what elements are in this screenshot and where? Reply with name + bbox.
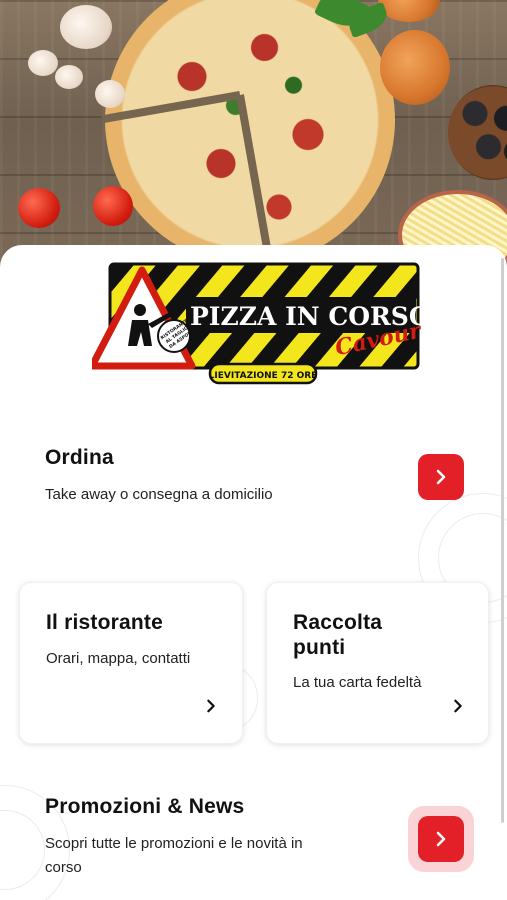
logo-tagline-text: LIEVITAZIONE 72 ORE	[209, 371, 318, 381]
promozioni-subtitle-line1: Scopri tutte le promozioni e le novità i…	[45, 835, 303, 852]
hero-pizza-image	[0, 0, 507, 275]
raccolta-title-line2: punti	[293, 636, 346, 659]
raccolta-subtitle: La tua carta fedeltà	[293, 674, 422, 691]
pizza-in-corso-logo: PIZZA IN CORSO Cavour RISTORANTE AL TAGL…	[92, 262, 422, 385]
chevron-right-icon	[436, 831, 446, 847]
ordina-title[interactable]: Ordina	[45, 446, 114, 470]
content-sheet: PIZZA IN CORSO Cavour RISTORANTE AL TAGL…	[0, 245, 507, 900]
ristorante-card[interactable]: Il ristorante Orari, mappa, contatti	[19, 582, 243, 744]
promozioni-subtitle-line2: corso	[45, 859, 82, 876]
chevron-right-icon[interactable]	[451, 699, 465, 713]
ordina-subtitle: Take away o consegna a domicilio	[45, 486, 273, 503]
raccolta-title-line1: Raccolta	[293, 611, 383, 634]
chevron-right-icon[interactable]	[204, 699, 218, 713]
raccolta-punti-card[interactable]: Raccolta punti La tua carta fedeltà	[266, 582, 489, 744]
promozioni-title[interactable]: Promozioni & News	[45, 795, 244, 819]
scrollbar[interactable]	[501, 258, 504, 823]
ristorante-subtitle: Orari, mappa, contatti	[46, 650, 191, 667]
ristorante-title: Il ristorante	[46, 611, 163, 634]
promozioni-button[interactable]	[418, 816, 464, 862]
ordina-button[interactable]	[418, 454, 464, 500]
chevron-right-icon	[436, 469, 446, 485]
